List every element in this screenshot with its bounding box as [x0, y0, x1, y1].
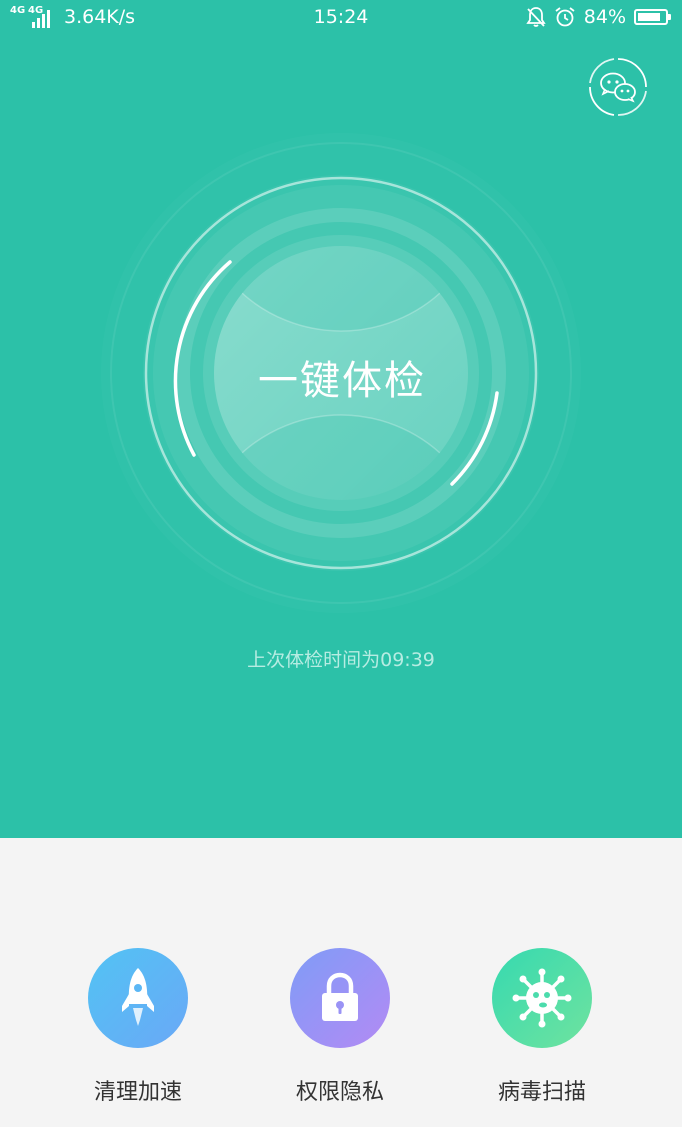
- battery-icon: [634, 9, 671, 25]
- virus-icon: [512, 968, 572, 1028]
- last-check-time: 上次体检时间为09:39: [247, 649, 435, 671]
- tool-label: 权限隐私: [295, 1080, 384, 1105]
- tool-icon-circle: [492, 948, 592, 1048]
- alarm-icon: [555, 7, 575, 27]
- tool-virus-scan[interactable]: 病毒扫描: [462, 948, 622, 1106]
- status-bar: 4G 4G 3.64K/s 15:24 84%: [0, 0, 682, 36]
- tool-label: 清理加速: [93, 1080, 182, 1105]
- tool-icon-circle: [290, 948, 390, 1048]
- rocket-icon: [122, 968, 154, 1026]
- hero-panel: 4G 4G 3.64K/s 15:24 84% 一键体检 上次体检时间为09:3…: [0, 0, 682, 838]
- tool-clean-speedup[interactable]: 清理加速: [58, 948, 218, 1106]
- tool-permission-privacy[interactable]: 权限隐私: [260, 948, 420, 1106]
- wechat-clean-icon[interactable]: [588, 57, 648, 117]
- tool-grid: 清理加速 权限隐私 病毒扫描: [0, 838, 682, 1127]
- tool-label: 病毒扫描: [497, 1080, 586, 1105]
- lock-icon: [322, 972, 358, 1021]
- tool-icon-circle: [88, 948, 188, 1048]
- one-key-check-button[interactable]: 一键体检: [216, 348, 468, 406]
- mute-bell-icon: [526, 7, 546, 27]
- status-right: 84%: [526, 6, 671, 28]
- battery-fill: [638, 13, 660, 21]
- battery-percent: 84%: [583, 6, 626, 28]
